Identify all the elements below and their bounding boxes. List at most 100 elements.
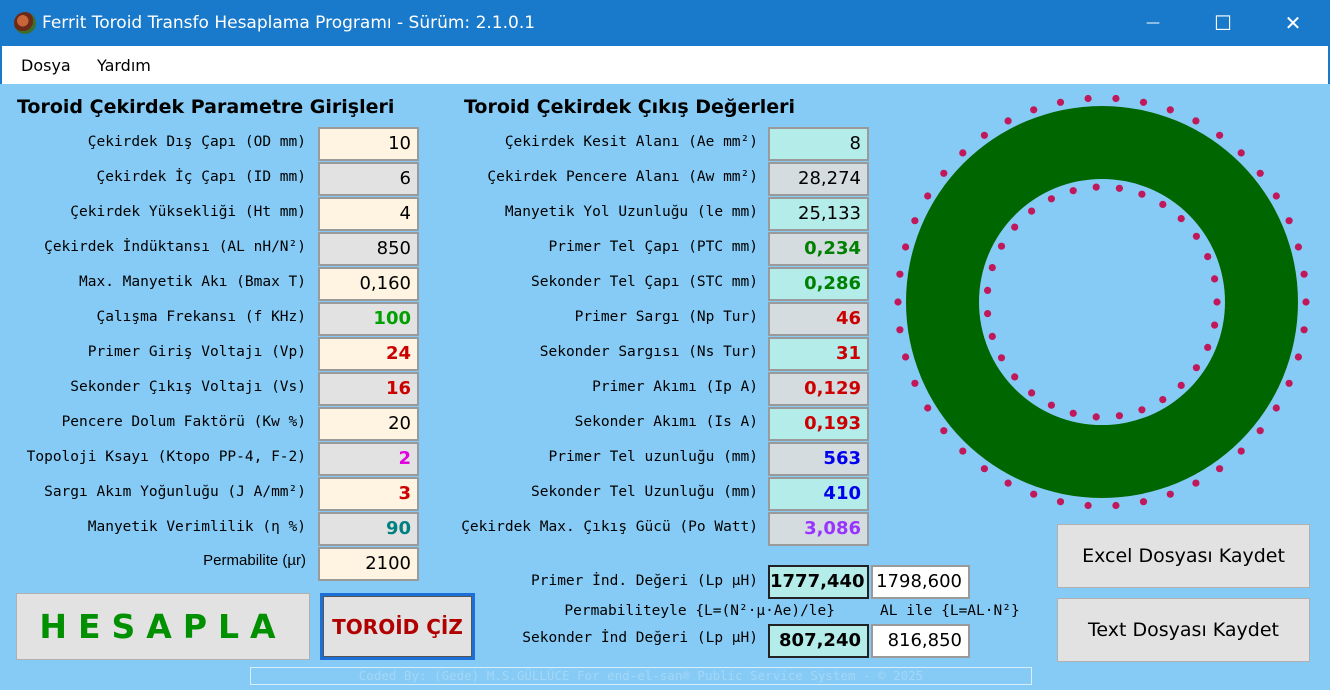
input-field[interactable]: 3 (318, 477, 419, 511)
inner-winding-turn (1211, 321, 1219, 329)
maximize-button[interactable]: ☐ (1188, 0, 1258, 46)
outer-winding-turn (1004, 117, 1012, 125)
inner-winding-turn (1069, 187, 1077, 195)
input-label: Çekirdek İndüktansı (AL nH/N²) (44, 239, 306, 255)
title-bar: Ferrit Toroid Transfo Hesaplama Programı… (0, 0, 1330, 46)
outer-winding-turn (1272, 404, 1280, 412)
inner-winding-turn (1115, 184, 1123, 192)
output-label: Primer Sargı (Np Tur) (574, 309, 758, 325)
inner-winding-turn (1047, 195, 1055, 203)
primary-inductance-label: Primer İnd. Değeri (Lp µH) (531, 573, 758, 589)
inner-winding-turn (1192, 364, 1200, 372)
outputs-section-title: Toroid Çekirdek Çıkış Değerleri (464, 96, 796, 118)
primary-inductance-perm-value: 1777,440 (768, 565, 869, 599)
outer-winding-turn (1294, 243, 1302, 251)
output-label: Sekonder Tel Çapı (STC mm) (531, 274, 758, 290)
outer-winding-turn (980, 131, 988, 139)
outer-winding-turn (1300, 326, 1308, 334)
output-field: 3,086 (768, 512, 869, 546)
input-field[interactable]: 20 (318, 407, 419, 441)
window-title: Ferrit Toroid Transfo Hesaplama Programı… (42, 13, 536, 33)
input-field[interactable]: 100 (318, 302, 419, 336)
outer-winding-turn (896, 270, 904, 278)
input-field[interactable]: 10 (318, 127, 419, 161)
input-field[interactable]: 0,160 (318, 267, 419, 301)
inner-winding-turn (1159, 396, 1167, 404)
outer-winding-turn (1056, 498, 1065, 506)
input-label: Max. Manyetik Akı (Bmax T) (79, 274, 306, 290)
inputs-section-title: Toroid Çekirdek Parametre Girişleri (17, 96, 395, 118)
save-excel-button[interactable]: Excel Dosyası Kaydet (1057, 524, 1310, 588)
output-field: 8 (768, 127, 869, 161)
menu-dosya[interactable]: Dosya (21, 56, 71, 75)
input-field[interactable]: 850 (318, 232, 419, 266)
input-label: Sekonder Çıkış Voltajı (Vs) (70, 379, 306, 395)
inner-winding-turn (1159, 200, 1167, 208)
outer-winding-turn (1192, 117, 1200, 125)
inner-winding-turn (1177, 215, 1185, 223)
output-label: Primer Tel Çapı (PTC mm) (548, 239, 758, 255)
outer-winding-turn (924, 404, 932, 412)
menu-yardim[interactable]: Yardım (97, 56, 151, 75)
output-field: 25,133 (768, 197, 869, 231)
outer-winding-turn (1166, 490, 1174, 498)
output-field: 46 (768, 302, 869, 336)
outer-winding-turn (902, 353, 910, 361)
outer-winding-turn (894, 298, 902, 306)
save-text-button[interactable]: Text Dosyası Kaydet (1057, 598, 1310, 662)
input-field[interactable]: 4 (318, 197, 419, 231)
outer-winding-turn (902, 243, 910, 251)
input-field[interactable]: 16 (318, 372, 419, 406)
input-field[interactable]: 2100 (318, 547, 419, 581)
inner-winding-turn (1092, 183, 1100, 191)
outer-winding-turn (1084, 501, 1092, 510)
inner-winding-turn (1028, 207, 1036, 215)
outer-winding-turn (1056, 98, 1065, 106)
output-label: Çekirdek Kesit Alanı (Ae mm²) (504, 134, 758, 150)
output-field: 0,193 (768, 407, 869, 441)
input-label: Primer Giriş Voltajı (Vp) (87, 344, 306, 360)
inner-winding-turn (988, 332, 996, 340)
input-label: Permabilite (µr) (203, 552, 306, 569)
maximize-icon: ☐ (1214, 11, 1232, 35)
output-field: 0,286 (768, 267, 869, 301)
inner-winding-turn (1204, 253, 1212, 261)
outer-winding-turn (1302, 298, 1310, 306)
output-field: 0,234 (768, 232, 869, 266)
input-label: Çekirdek İç Çapı (ID mm) (96, 169, 306, 185)
input-field[interactable]: 24 (318, 337, 419, 371)
outer-winding-turn (1112, 501, 1120, 510)
input-field[interactable]: 90 (318, 512, 419, 546)
output-field: 31 (768, 337, 869, 371)
input-label: Manyetik Verimlilik (η %) (87, 519, 306, 535)
output-label: Çekirdek Pencere Alanı (Aw mm²) (487, 169, 758, 185)
outer-winding-turn (1285, 379, 1293, 387)
draw-toroid-button[interactable]: TOROİD ÇİZ (320, 593, 475, 660)
footer-credit: Coded By: (Gede) M.S.GÜLLÜCE For end-el-… (250, 667, 1032, 685)
input-label: Topoloji Ksayı (Ktopo PP-4, F-2) (26, 449, 306, 465)
output-label: Sekonder Akımı (Is A) (574, 414, 758, 430)
outer-winding-turn (1216, 131, 1224, 139)
input-field[interactable]: 6 (318, 162, 419, 196)
inner-winding-turn (1011, 373, 1019, 381)
inner-winding-turn (1028, 389, 1036, 397)
outer-winding-turn (1256, 169, 1264, 177)
formula-al: AL ile {L=AL·N²} (880, 603, 1020, 619)
outer-winding-turn (1272, 192, 1280, 200)
outer-winding-turn (1166, 106, 1174, 114)
minimize-button[interactable]: — (1118, 0, 1188, 46)
outer-winding-turn (940, 169, 948, 177)
outer-winding-turn (1216, 465, 1224, 473)
output-field: 563 (768, 442, 869, 476)
calculate-button[interactable]: HESAPLA (16, 593, 310, 660)
input-field[interactable]: 2 (318, 442, 419, 476)
menu-bar: Dosya Yardım (0, 46, 1330, 84)
close-button[interactable]: ✕ (1258, 0, 1328, 46)
input-label: Çalışma Frekansı (f KHz) (96, 309, 306, 325)
inner-winding-turn (1069, 409, 1077, 417)
secondary-inductance-label: Sekonder İnd Değeri (Lp µH) (522, 630, 758, 646)
input-label: Sargı Akım Yoğunluğu (J A/mm²) (44, 484, 306, 500)
inner-winding-turn (1011, 223, 1019, 231)
outer-winding-turn (959, 447, 967, 455)
inner-winding-turn (1092, 413, 1100, 421)
